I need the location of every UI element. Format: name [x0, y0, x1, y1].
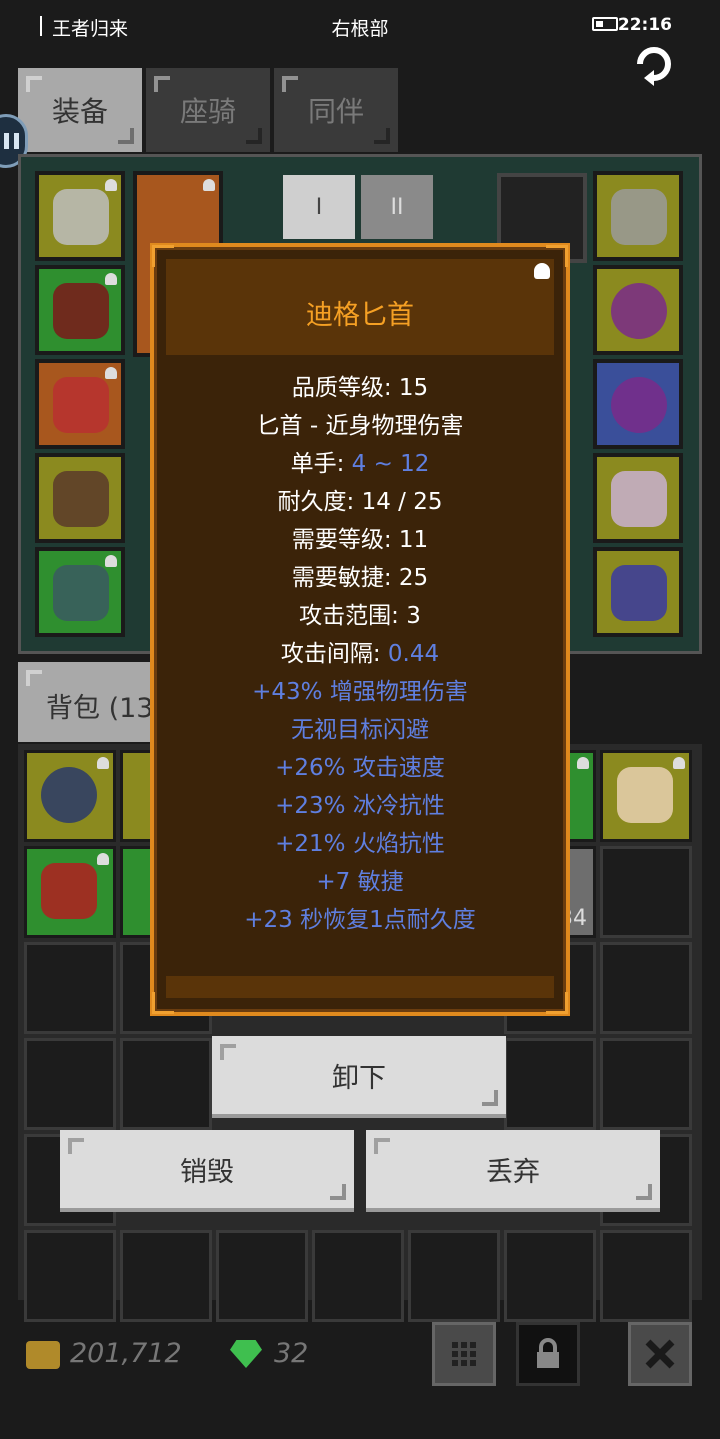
tab-mount-label: 座骑 [179, 95, 236, 128]
weapon-set-tab-2[interactable]: II [361, 175, 433, 239]
discard-button-label: 丢弃 [486, 1156, 540, 1188]
bag-item-3[interactable] [24, 846, 116, 938]
bag-slot-empty[interactable] [600, 1038, 692, 1130]
close-icon [645, 1339, 675, 1369]
gold-amount: 201,712 [70, 1338, 182, 1369]
gold-icon [26, 1341, 60, 1369]
bag-slot-empty[interactable] [120, 1230, 212, 1322]
unequip-button[interactable]: 卸下 [212, 1036, 506, 1118]
tab-companion[interactable]: 同伴 [274, 68, 398, 152]
unequip-button-label: 卸下 [332, 1062, 386, 1094]
stat-quality: 品质等级: 15 [291, 375, 429, 401]
tab-companion-label: 同伴 [307, 95, 364, 128]
stat-attack-range: 攻击范围: 3 [299, 603, 421, 629]
bag-slot-empty[interactable] [312, 1230, 404, 1322]
battery-icon [592, 17, 618, 31]
affix-line: 无视目标闪避 [291, 717, 429, 743]
gem-icon [230, 1340, 262, 1368]
refresh-icon[interactable] [630, 40, 678, 88]
bag-slot-empty[interactable] [24, 1038, 116, 1130]
stat-attack-interval: 攻击间隔: 0.44 [280, 641, 440, 667]
bag-slot-empty[interactable] [408, 1230, 500, 1322]
close-button[interactable] [628, 1322, 692, 1386]
bag-slot-empty[interactable] [600, 942, 692, 1034]
destroy-button[interactable]: 销毁 [60, 1130, 354, 1212]
bag-slot-empty[interactable] [504, 1038, 596, 1130]
bag-item-6[interactable] [600, 750, 692, 842]
corner-ornament-icon [546, 245, 568, 267]
item-name: 迪格匕首 [306, 300, 414, 331]
discard-button[interactable]: 丢弃 [366, 1130, 660, 1212]
equip-slot-armor[interactable] [35, 265, 125, 355]
bag-slot-empty[interactable] [24, 942, 116, 1034]
tooltip-footer [166, 976, 554, 998]
equip-slot-boots[interactable] [35, 453, 125, 543]
equip-slot-ring-1[interactable] [593, 265, 683, 355]
equip-slot-chest[interactable] [593, 547, 683, 637]
grid-view-button[interactable] [432, 1322, 496, 1386]
affix-line: +21% 火焰抗性 [275, 831, 445, 857]
bag-slot-empty[interactable] [600, 846, 692, 938]
equip-slot-amulet[interactable] [593, 171, 683, 261]
item-tooltip: 迪格匕首 品质等级: 15 匕首 - 近身物理伤害 单手: 4 ~ 12 耐久度… [150, 243, 570, 1016]
stat-durability: 耐久度: 14 / 25 [277, 489, 443, 515]
equip-slot-charm[interactable] [593, 453, 683, 543]
status-bar: 王者归来 右根部 22:16 [0, 0, 720, 54]
weapon-set-tab-1[interactable]: I [283, 175, 355, 239]
affix-line: +23 秒恢复1点耐久度 [244, 907, 476, 933]
bag-slot-empty[interactable] [216, 1230, 308, 1322]
stat-required-dexterity: 需要敏捷: 25 [291, 565, 429, 591]
equip-slot-helmet[interactable] [35, 171, 125, 261]
bag-slot-empty[interactable] [504, 1230, 596, 1322]
affix-line: +23% 冰冷抗性 [275, 793, 445, 819]
bag-slot-empty[interactable] [600, 1230, 692, 1322]
weapon-set-tab-2-label: II [390, 194, 404, 220]
affix-line: +7 敏捷 [316, 869, 404, 895]
stat-type: 匕首 - 近身物理伤害 [256, 413, 464, 439]
status-time: 22:16 [617, 15, 672, 35]
stat-damage: 单手: 4 ~ 12 [290, 451, 430, 477]
equip-slot-gloves[interactable] [35, 359, 125, 449]
grid-icon [452, 1342, 476, 1366]
bag-slot-empty[interactable] [24, 1230, 116, 1322]
tab-mount[interactable]: 座骑 [146, 68, 270, 152]
affix-line: +43% 增强物理伤害 [252, 679, 468, 705]
affix-line: +26% 攻击速度 [275, 755, 445, 781]
gem-amount: 32 [274, 1338, 309, 1369]
destroy-button-label: 销毁 [180, 1156, 234, 1188]
corner-ornament-icon [152, 245, 174, 267]
bag-slot-empty[interactable] [120, 1038, 212, 1130]
bag-item-1[interactable] [24, 750, 116, 842]
weapon-set-tab-1-label: I [315, 194, 323, 220]
lock-button[interactable] [516, 1322, 580, 1386]
tab-equipment-label: 装备 [51, 95, 108, 128]
tab-equipment[interactable]: 装备 [18, 68, 142, 152]
tab-bag-label: 背包 (13 [46, 693, 154, 724]
stat-required-level: 需要等级: 11 [291, 527, 429, 553]
item-stats: 品质等级: 15 匕首 - 近身物理伤害 单手: 4 ~ 12 耐久度: 14 … [154, 369, 566, 939]
lock-icon [537, 1338, 559, 1368]
equip-slot-ring-2[interactable] [593, 359, 683, 449]
equip-slot-belt[interactable] [35, 547, 125, 637]
